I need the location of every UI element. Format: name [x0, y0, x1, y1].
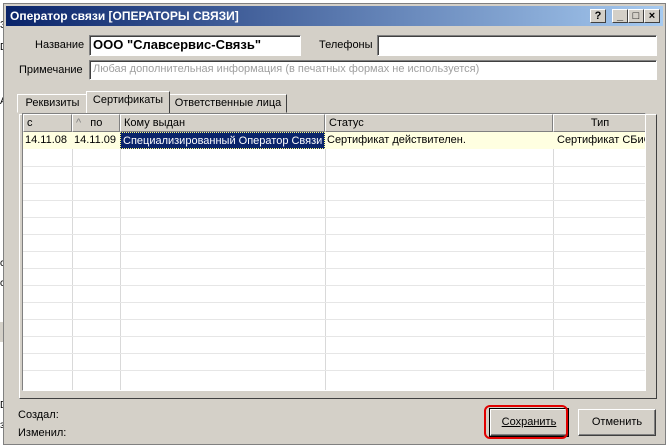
- column-header-to[interactable]: ^ по: [72, 114, 120, 132]
- phones-field[interactable]: [377, 35, 657, 56]
- note-field-placeholder: Любая дополнительная информация (в печат…: [93, 63, 480, 75]
- column-header-label: по: [90, 117, 103, 129]
- modified-label: Изменил:: [18, 427, 67, 439]
- note-label: Примечание: [19, 64, 83, 76]
- window-title: Оператор связи [ОПЕРАТОРЫ СВЯЗИ]: [10, 9, 239, 23]
- column-header-status[interactable]: Статус: [325, 114, 553, 132]
- grid-line: [120, 132, 121, 390]
- tab-requisites[interactable]: Реквизиты: [17, 94, 88, 113]
- note-field[interactable]: Любая дополнительная информация (в печат…: [89, 60, 657, 80]
- cell-from: 14.11.08: [25, 134, 68, 146]
- tab-responsible-persons[interactable]: Ответственные лица: [169, 94, 287, 113]
- column-header-type[interactable]: Тип: [553, 114, 645, 132]
- grid-line: [23, 285, 645, 286]
- help-button[interactable]: ?: [590, 9, 606, 23]
- tab-certificates[interactable]: Сертификаты: [86, 91, 170, 113]
- maximize-button[interactable]: □: [628, 9, 644, 23]
- name-field-value: ООО "Славсервис-Связь": [93, 37, 262, 52]
- title-bar[interactable]: Оператор связи [ОПЕРАТОРЫ СВЯЗИ] ? _ □ ×: [6, 6, 663, 26]
- grid-line: [23, 234, 645, 235]
- sort-arrow-icon: ^: [76, 117, 82, 129]
- certificates-table[interactable]: с ^ по Кому выдан Статус Тип 14.11.08 14…: [22, 113, 646, 391]
- cell-issued-to: Специализированный Оператор Связи: [120, 132, 325, 149]
- grid-line: [325, 132, 326, 390]
- grid-line: [23, 217, 645, 218]
- grid-line: [23, 251, 645, 252]
- grid-line: [23, 200, 645, 201]
- grid-line: [23, 302, 645, 303]
- grid-line: [23, 336, 645, 337]
- minimize-button[interactable]: _: [612, 9, 628, 23]
- column-header-from[interactable]: с: [23, 114, 72, 132]
- created-label: Создал:: [18, 409, 59, 421]
- cancel-button[interactable]: Отменить: [578, 409, 656, 436]
- name-field[interactable]: ООО "Славсервис-Связь": [89, 35, 301, 56]
- highlight-annotation: [484, 405, 568, 439]
- cell-type: Сертификат СБиС: [557, 134, 646, 146]
- table-row[interactable]: 14.11.08 14.11.09 Специализированный Опе…: [23, 132, 646, 149]
- grid-line: [23, 183, 645, 184]
- grid-line: [23, 166, 645, 167]
- cell-status: Сертификат действителен.: [327, 134, 466, 146]
- grid-line: [553, 132, 554, 390]
- grid-line: [23, 319, 645, 320]
- cell-to: 14.11.09: [74, 134, 117, 146]
- grid-line: [23, 370, 645, 371]
- column-header-issued-to[interactable]: Кому выдан: [120, 114, 325, 132]
- grid-line: [23, 353, 645, 354]
- name-label: Название: [35, 39, 85, 51]
- grid-line: [72, 132, 73, 390]
- grid-line: [23, 268, 645, 269]
- phones-label: Телефоны: [319, 39, 373, 51]
- close-button[interactable]: ×: [644, 9, 660, 23]
